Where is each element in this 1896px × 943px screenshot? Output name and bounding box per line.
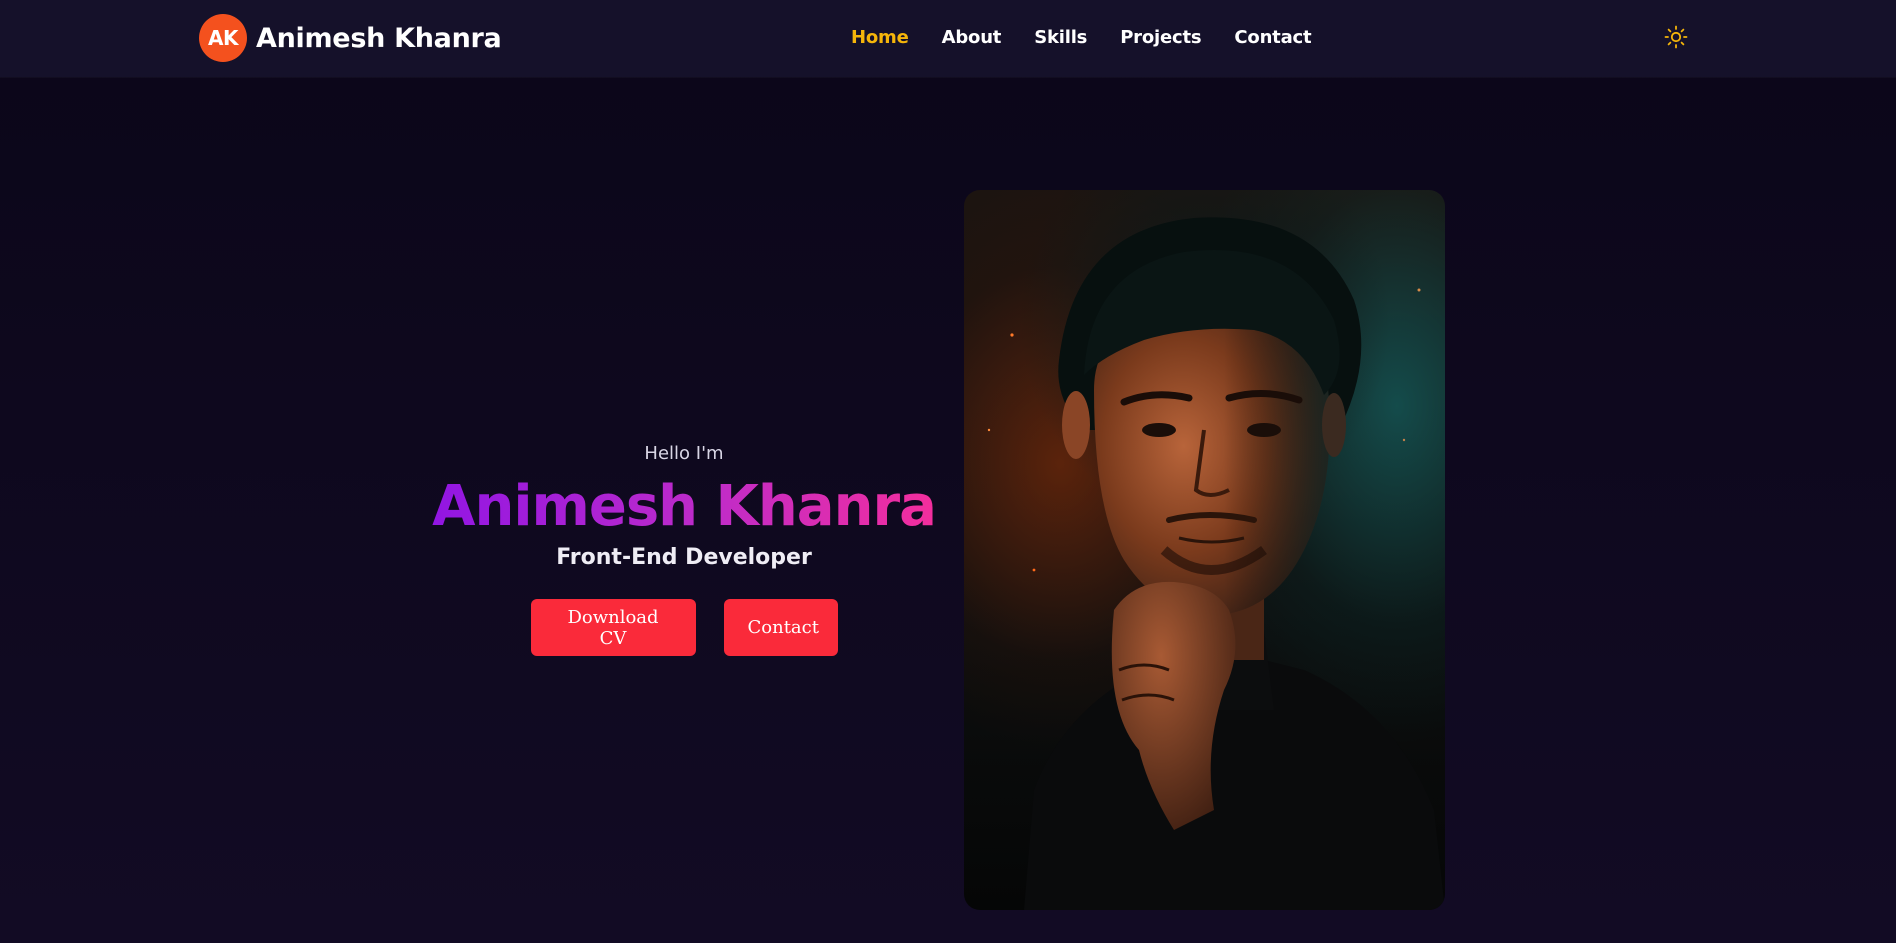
hero-buttons: Download CV Contact xyxy=(384,599,984,656)
hero-greeting: Hello I'm xyxy=(644,443,724,464)
nav-link-about[interactable]: About xyxy=(942,27,1002,48)
brand[interactable]: AK Animesh Khanra xyxy=(199,14,502,62)
hero-intro: Hello I'm Animesh Khanra Front-End Devel… xyxy=(384,440,984,656)
nav-link-projects[interactable]: Projects xyxy=(1120,27,1201,48)
site-header: AK Animesh Khanra Home About Skills Proj… xyxy=(0,0,1896,77)
profile-photo xyxy=(964,190,1445,910)
logo-initials: AK xyxy=(208,26,238,50)
contact-button[interactable]: Contact xyxy=(723,599,838,656)
brand-name[interactable]: Animesh Khanra xyxy=(256,23,502,54)
download-cv-button[interactable]: Download CV xyxy=(530,599,696,656)
nav-link-skills[interactable]: Skills xyxy=(1034,27,1087,48)
hero-name: Animesh Khanra xyxy=(384,472,984,542)
nav-link-home[interactable]: Home xyxy=(851,27,909,48)
sun-icon xyxy=(1664,25,1688,49)
logo-badge[interactable]: AK xyxy=(199,14,247,62)
portrait-illustration xyxy=(987,217,1445,910)
hero-role: Front-End Developer xyxy=(556,545,812,570)
main-nav: Home About Skills Projects Contact xyxy=(851,27,1344,48)
nav-link-contact[interactable]: Contact xyxy=(1234,27,1311,48)
theme-toggle-button[interactable] xyxy=(1664,25,1688,49)
